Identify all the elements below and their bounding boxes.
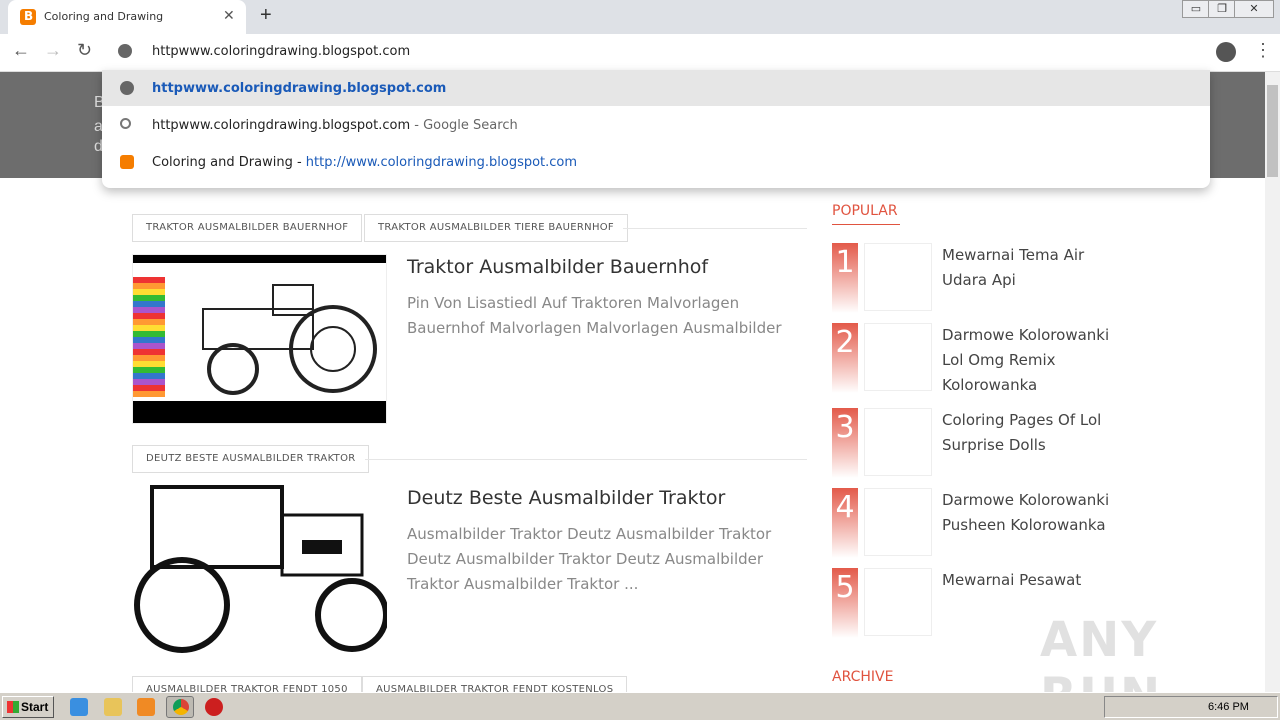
suggestion-item[interactable]: httpwww.coloringdrawing.blogspot.com [102, 70, 1210, 106]
tab-close-icon[interactable]: ✕ [223, 7, 235, 24]
divider [623, 228, 807, 229]
ie-icon[interactable] [70, 698, 88, 716]
popular-rank-badge: 4 [832, 488, 858, 558]
omnibox-suggestions: httpwww.coloringdrawing.blogspot.com htt… [102, 70, 1210, 188]
blogger-icon [20, 9, 36, 25]
media-player-icon[interactable] [137, 698, 155, 716]
post-tag[interactable]: AUSMALBILDER TRAKTOR FENDT 1050 [132, 676, 362, 692]
start-button[interactable]: Start [2, 696, 54, 718]
tractor-drawing [134, 485, 387, 653]
clock: 6:46 PM [1208, 701, 1249, 713]
folder-icon[interactable] [104, 698, 122, 716]
profile-icon[interactable] [1216, 42, 1236, 62]
blogger-icon [120, 155, 134, 169]
search-icon [120, 118, 131, 129]
restore-button[interactable]: ❐ [1208, 0, 1236, 18]
reload-button[interactable]: ↻ [77, 40, 92, 61]
tab-title: Coloring and Drawing [44, 10, 164, 23]
popular-thumbnail[interactable] [864, 408, 932, 476]
popular-thumbnail[interactable] [864, 243, 932, 311]
archive-heading: ARCHIVE [832, 669, 894, 685]
system-tray [1104, 696, 1278, 718]
suggestion-item[interactable]: httpwww.coloringdrawing.blogspot.com - G… [102, 107, 1210, 143]
menu-icon[interactable]: ⋮ [1254, 40, 1272, 61]
popular-rank-badge: 3 [832, 408, 858, 478]
popular-post-title[interactable]: Mewarnai Pesawat [942, 568, 1117, 593]
tractor-drawing [202, 284, 377, 395]
popular-thumbnail[interactable] [864, 323, 932, 391]
popular-post-title[interactable]: Darmowe Kolorowanki Pusheen Kolorowanka [942, 488, 1117, 538]
post-thumbnail[interactable] [132, 485, 387, 655]
post-title[interactable]: Traktor Ausmalbilder Bauernhof [407, 256, 708, 278]
chrome-taskbar-button[interactable] [166, 696, 194, 718]
post-tag[interactable]: TRAKTOR AUSMALBILDER TIERE BAUERNHOF [364, 214, 628, 242]
popular-thumbnail[interactable] [864, 488, 932, 556]
post-excerpt: Ausmalbilder Traktor Deutz Ausmalbilder … [407, 525, 772, 593]
globe-icon [118, 44, 132, 58]
popular-rank-badge: 2 [832, 323, 858, 393]
popular-post-title[interactable]: Mewarnai Tema Air Udara Api [942, 243, 1117, 293]
popular-thumbnail[interactable] [864, 568, 932, 636]
forward-button[interactable]: → [44, 40, 62, 61]
post-title[interactable]: Deutz Beste Ausmalbilder Traktor [407, 487, 725, 509]
windows-taskbar: Start 6:46 PM [0, 692, 1280, 720]
browser-toolbar: ← → ↻ httpwww.coloringdrawing.blogspot.c… [0, 34, 1280, 72]
start-label: Start [21, 700, 49, 714]
close-window-button[interactable]: ✕ [1234, 0, 1274, 18]
globe-icon [120, 81, 134, 95]
popular-rank-badge: 5 [832, 568, 858, 638]
stop-icon[interactable] [205, 698, 223, 716]
divider [365, 459, 807, 460]
popular-rank-badge: 1 [832, 243, 858, 313]
scrollbar-thumb[interactable] [1267, 85, 1278, 177]
windows-logo-icon [7, 701, 19, 713]
post-thumbnail[interactable] [132, 254, 387, 424]
popular-post-title[interactable]: Darmowe Kolorowanki Lol Omg Remix Koloro… [942, 323, 1117, 398]
post-tag[interactable]: TRAKTOR AUSMALBILDER BAUERNHOF [132, 214, 363, 242]
suggestion-url: httpwww.coloringdrawing.blogspot.com [152, 81, 447, 96]
minimize-button[interactable]: ▭ [1182, 0, 1210, 18]
address-bar-input[interactable]: httpwww.coloringdrawing.blogspot.com [152, 44, 410, 59]
heading-underline [832, 224, 900, 225]
new-tab-button[interactable]: + [260, 4, 272, 27]
suggestion-item[interactable]: Coloring and Drawing - http://www.colori… [102, 144, 1210, 180]
post-tag[interactable]: AUSMALBILDER TRAKTOR FENDT KOSTENLOS [362, 676, 628, 692]
suggestion-text: httpwww.coloringdrawing.blogspot.com - G… [152, 118, 518, 133]
tab-strip: Coloring and Drawing ✕ + ▭ ❐ ✕ [0, 0, 1280, 34]
back-button[interactable]: ← [12, 40, 30, 61]
suggestion-text: Coloring and Drawing - http://www.colori… [152, 155, 578, 170]
popular-post-title[interactable]: Coloring Pages Of Lol Surprise Dolls [942, 408, 1117, 458]
pencils-image [133, 277, 165, 397]
post-excerpt: Pin Von Lisastiedl Auf Traktoren Malvorl… [407, 294, 782, 337]
popular-heading: POPULAR [832, 203, 898, 219]
browser-window: Coloring and Drawing ✕ + ▭ ❐ ✕ ← → ↻ htt… [0, 0, 1280, 720]
chrome-icon [173, 699, 189, 715]
post-tag[interactable]: DEUTZ BESTE AUSMALBILDER TRAKTOR [132, 445, 370, 473]
tab-coloring-and-drawing[interactable]: Coloring and Drawing ✕ [8, 0, 246, 34]
